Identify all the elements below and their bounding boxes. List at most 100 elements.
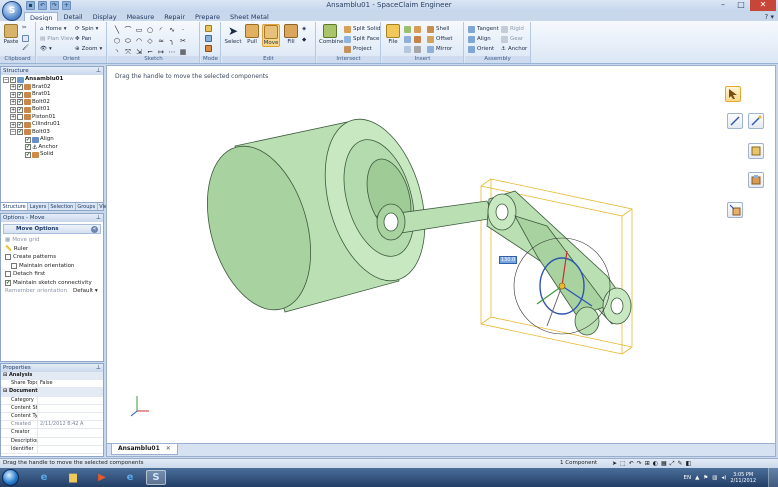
mirror-button[interactable]: Mirror (427, 45, 452, 54)
paste-button[interactable]: Paste (2, 24, 20, 45)
internet-explorer-icon[interactable]: e (34, 470, 54, 485)
flag-icon[interactable]: ⚑ (703, 475, 708, 481)
pin-icon[interactable]: ⊥ (96, 214, 101, 222)
home-button[interactable]: ⌂ Home ▾ (40, 25, 67, 34)
fillet-icon[interactable]: ╮ (167, 36, 177, 46)
align-button[interactable]: Align (468, 35, 491, 44)
select-tool-button[interactable] (725, 86, 741, 102)
help-icon[interactable]: ? ▾ (765, 13, 774, 21)
trim-icon[interactable]: ✂ (178, 36, 188, 46)
up-to-tool-button[interactable] (727, 202, 743, 218)
property-row[interactable]: Identifier (1, 445, 103, 454)
media-player-icon[interactable]: ▶ (92, 470, 112, 485)
visibility-checkbox[interactable]: ✔ (17, 84, 23, 91)
split-face-button[interactable]: Split Face (344, 35, 379, 44)
close-tab-icon[interactable]: ✕ (166, 445, 171, 452)
close-button[interactable]: ✕ (750, 0, 776, 11)
tree-item[interactable]: − ✔ Bolt03 (3, 129, 101, 137)
copy-button[interactable] (22, 34, 29, 43)
tree-item[interactable]: + ✔ Brat02 (3, 84, 101, 92)
move-grid-option[interactable]: ▦ Move grid (1, 236, 103, 245)
tab-selection[interactable]: Selection (49, 203, 76, 210)
3d-mode-button[interactable] (205, 44, 212, 53)
detach-first-checkbox[interactable] (5, 271, 11, 278)
visibility-checkbox[interactable]: ✔ (17, 121, 23, 128)
project-button[interactable]: Project (344, 45, 372, 54)
show-hidden-icons[interactable]: ▲ (695, 475, 699, 481)
select-button[interactable]: ➤ Select (224, 24, 242, 45)
dimension-label[interactable]: 130.0 (499, 256, 517, 264)
three-point-rect-icon[interactable]: ◇ (145, 36, 155, 46)
anchor-button[interactable]: ⚓ Anchor (501, 45, 527, 54)
line-icon[interactable]: ╲ (112, 25, 122, 35)
axis-button[interactable] (404, 45, 411, 54)
spin-button[interactable]: ⟳ Spin ▾ (75, 25, 98, 34)
anchor-tool-button[interactable] (748, 143, 764, 159)
arc-icon[interactable]: ◜ (156, 25, 166, 35)
sphere-button[interactable] (414, 35, 421, 44)
spaceclaim-taskbar-icon[interactable]: S (146, 470, 166, 485)
move-axis-button[interactable] (727, 113, 743, 129)
select-filter-icon[interactable]: ➤ (612, 459, 617, 468)
polygon-icon[interactable]: ⬡ (112, 36, 122, 46)
maintain-orientation-option[interactable]: Maintain orientation (1, 262, 103, 271)
offset-curve-icon[interactable]: ≈ (156, 36, 166, 46)
collapse-icon[interactable]: − (10, 129, 16, 136)
tangent-line-icon[interactable]: ⌒ (123, 25, 133, 35)
plan-view-button[interactable]: ▤ Plan View (40, 35, 74, 44)
move-button[interactable]: Move (262, 24, 280, 47)
expand-icon[interactable]: + (10, 91, 16, 98)
view-icon[interactable]: ◐ (653, 459, 658, 468)
tree-subitem[interactable]: ✔ Align (3, 136, 101, 144)
orient-button[interactable]: Orient (468, 45, 494, 54)
section-mode-button[interactable] (205, 34, 212, 43)
offset-button[interactable]: Offset (427, 35, 453, 44)
tangent-button[interactable]: Tangent (468, 25, 499, 34)
property-row[interactable]: Creator (1, 429, 103, 438)
orient-extra-button[interactable]: 👁 ▾ (40, 45, 52, 54)
plane-button[interactable] (404, 35, 411, 44)
connecting-rod[interactable] (376, 200, 496, 241)
system-clock[interactable]: 3:05 PM 2/11/2012 (730, 472, 756, 484)
pin-icon[interactable]: ⊥ (96, 67, 101, 75)
pin-icon[interactable]: ⊥ (96, 364, 101, 372)
pull-button[interactable]: Pull (243, 24, 261, 45)
grid-icon[interactable]: ▦ (661, 459, 667, 468)
network-icon[interactable]: ▥ (712, 475, 717, 481)
property-row[interactable]: Content Stat (1, 404, 103, 413)
maintain-orientation-checkbox[interactable] (11, 262, 17, 269)
tab-layers[interactable]: Layers (28, 203, 49, 210)
visibility-checkbox[interactable]: ✔ (10, 76, 16, 83)
orientation-dropdown[interactable]: Default ▾ (73, 287, 98, 296)
fill-button[interactable]: Fill (282, 24, 300, 45)
cut-button[interactable]: ✂ (22, 24, 27, 33)
three-point-arc-icon[interactable]: ◠ (134, 36, 144, 46)
engine-assembly-model[interactable] (107, 66, 776, 444)
gear-button[interactable]: Gear (501, 35, 523, 44)
collapse-icon[interactable]: « (91, 226, 98, 233)
property-row[interactable]: Description (1, 437, 103, 446)
point-icon[interactable]: · (178, 25, 188, 35)
ellipse-icon[interactable]: ⬭ (123, 36, 133, 46)
visibility-checkbox[interactable]: ✔ (17, 91, 23, 98)
visibility-checkbox[interactable]: ✔ (17, 99, 23, 106)
property-row[interactable]: Created 2/11/2012 8:42 A (1, 421, 103, 430)
internet-explorer-icon-2[interactable]: e (120, 470, 140, 485)
split-solid-button[interactable]: Split Solid (344, 25, 380, 34)
minimize-button[interactable]: – (714, 0, 732, 11)
move-direction-button[interactable] (748, 113, 764, 129)
remember-orientation-option[interactable]: Remember orientation Default ▾ (1, 287, 103, 296)
tree-item[interactable]: + ✔ Brat01 (3, 91, 101, 99)
ruler-option[interactable]: 📏 Ruler (1, 245, 103, 254)
display-icon[interactable]: ◧ (686, 459, 692, 468)
undo-icon[interactable]: ↶ (629, 459, 634, 468)
tree-item[interactable]: + ✔ Cilindru01 (3, 121, 101, 129)
tab-structure[interactable]: Structure (1, 203, 29, 210)
property-row[interactable]: Category (1, 396, 103, 405)
show-desktop-button[interactable] (768, 468, 778, 487)
file-button[interactable]: File (384, 24, 402, 45)
sketch-mode-button[interactable] (205, 24, 212, 33)
create-patterns-option[interactable]: Create patterns (1, 253, 103, 262)
tweak-button[interactable]: ◆ (302, 36, 306, 45)
cylinder-button[interactable] (414, 25, 421, 34)
